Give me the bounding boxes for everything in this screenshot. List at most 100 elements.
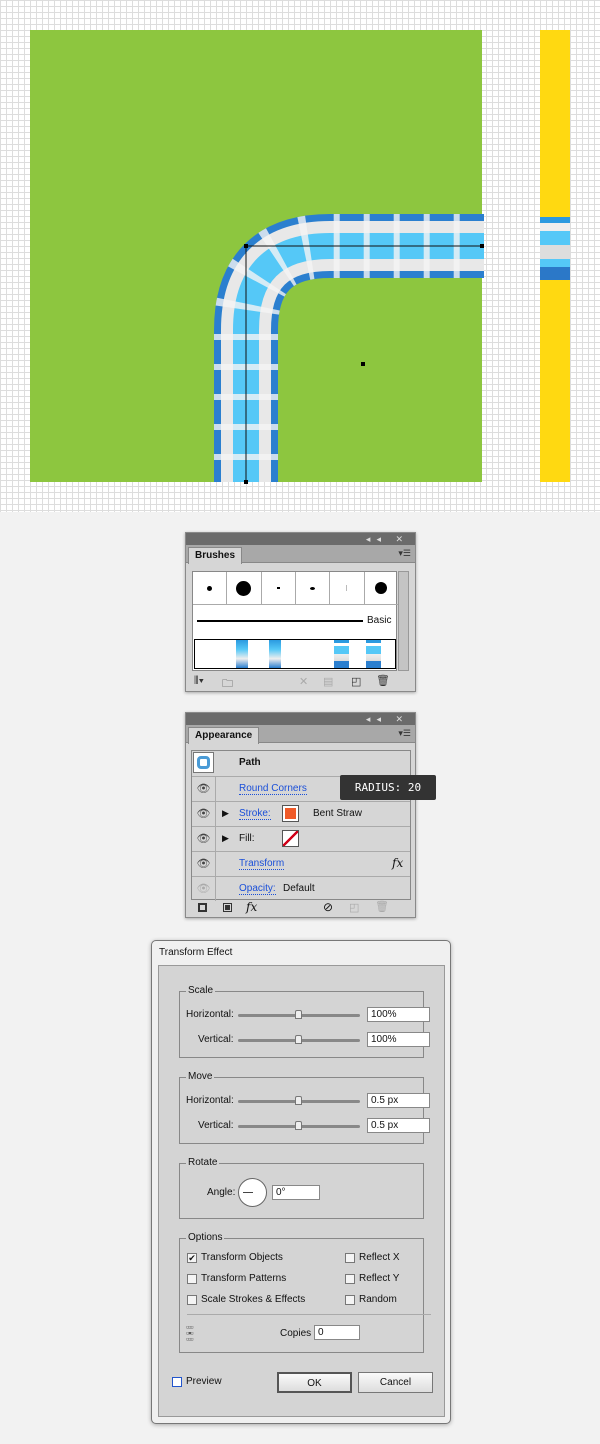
preview-label: Preview	[186, 1376, 222, 1387]
delete-icon[interactable]: 🗑	[376, 674, 390, 687]
move-vertical-input[interactable]: 0.5 px	[367, 1118, 430, 1133]
angle-label: Angle:	[207, 1187, 236, 1198]
add-fill-icon[interactable]	[223, 903, 232, 912]
dialog-title: Transform Effect	[159, 947, 233, 958]
scrollbar[interactable]	[398, 571, 409, 671]
stroke-link[interactable]: Stroke:	[239, 808, 271, 820]
scale-group: Scale Horizontal: 100% Vertical: 100%	[179, 985, 430, 1058]
scale-horizontal-input[interactable]: 100%	[367, 1007, 430, 1022]
brush-item[interactable]	[296, 572, 331, 604]
angle-dial[interactable]	[238, 1178, 267, 1207]
transform-objects-checkbox[interactable]: ✔	[187, 1253, 197, 1263]
straw-swatch	[540, 217, 570, 280]
brush-item[interactable]	[262, 572, 296, 604]
path-title: Path	[239, 757, 261, 768]
panel-controls[interactable]: ◂◂ ✕	[186, 713, 415, 725]
path-row[interactable]: Path	[192, 751, 410, 776]
options-icon[interactable]: ▤	[323, 675, 333, 688]
brush-library-folder-icon[interactable]: 🗀	[222, 675, 233, 694]
random-checkbox[interactable]	[345, 1295, 355, 1305]
brush-libraries-icon[interactable]: ⫴▾	[194, 675, 204, 688]
artwork	[30, 30, 570, 484]
delete-icon[interactable]: 🗑	[375, 900, 389, 913]
transform-link[interactable]: Transform	[239, 858, 285, 870]
reference-point-icon[interactable]: ▫▫▫ ▫▪▫ ▫▫▫	[186, 1323, 194, 1344]
move-horizontal-input[interactable]: 0.5 px	[367, 1093, 430, 1108]
cancel-button[interactable]: Cancel	[358, 1372, 433, 1393]
scale-strokes-label: Scale Strokes & Effects	[201, 1294, 306, 1305]
canvas[interactable]	[0, 0, 600, 512]
brushes-panel: ◂◂ ✕ Brushes ▾☰ Basic ⫴▾ 🗀 ✕ ▤ ◰ 🗑	[185, 532, 416, 692]
fill-label: Fill:	[239, 833, 255, 844]
reflect-x-label: Reflect X	[359, 1252, 400, 1263]
opacity-value: Default	[283, 883, 315, 894]
scale-vertical-input[interactable]: 100%	[367, 1032, 430, 1047]
opacity-link[interactable]: Opacity:	[239, 883, 276, 895]
brush-bent-straw[interactable]	[194, 639, 396, 669]
reflect-y-label: Reflect Y	[359, 1273, 400, 1284]
transform-patterns-label: Transform Patterns	[201, 1273, 287, 1284]
dialog-body: Scale Horizontal: 100% Vertical: 100% Mo…	[158, 965, 445, 1417]
move-label: Move	[186, 1071, 215, 1082]
eye-icon[interactable]: 👁	[192, 827, 216, 851]
add-effect-icon[interactable]: fx	[246, 900, 257, 914]
ok-button[interactable]: OK	[277, 1372, 352, 1393]
move-horizontal-slider[interactable]	[238, 1096, 360, 1105]
fx-icon: fx	[392, 856, 404, 870]
divider	[187, 1314, 431, 1315]
clear-appearance-icon[interactable]: ⊘	[323, 900, 333, 914]
options-group: Options ✔ Transform Objects Transform Pa…	[179, 1232, 431, 1353]
eye-icon[interactable]: 👁	[192, 802, 216, 826]
basic-label: Basic	[367, 615, 392, 626]
eye-icon[interactable]: 👁	[192, 852, 216, 876]
panel-menu-icon[interactable]: ▾☰	[398, 548, 411, 559]
scale-vertical-slider[interactable]	[238, 1035, 360, 1044]
round-corners-link[interactable]: Round Corners	[239, 783, 307, 795]
scale-strokes-checkbox[interactable]	[187, 1295, 197, 1305]
remove-stroke-icon[interactable]: ✕	[299, 675, 308, 688]
fill-none-swatch[interactable]	[282, 830, 299, 847]
brush-item[interactable]	[193, 572, 228, 604]
expand-triangle-icon[interactable]: ▶	[222, 833, 229, 844]
angle-input[interactable]: 0°	[272, 1185, 320, 1200]
appearance-list: Path 👁 Round Corners 👁 ▶ Stroke: Bent St…	[191, 750, 411, 901]
brush-dots	[193, 572, 398, 605]
move-horizontal-label: Horizontal:	[186, 1095, 234, 1106]
eye-icon[interactable]: 👁	[192, 777, 216, 801]
reflect-y-checkbox[interactable]	[345, 1274, 355, 1284]
stroke-row[interactable]: 👁 ▶ Stroke: Bent Straw	[192, 801, 410, 826]
move-vertical-label: Vertical:	[198, 1120, 234, 1131]
brush-item[interactable]	[330, 572, 365, 604]
scale-horizontal-slider[interactable]	[238, 1010, 360, 1019]
brush-item[interactable]	[365, 572, 398, 604]
preview-checkbox[interactable]	[172, 1377, 182, 1387]
rotate-label: Rotate	[186, 1157, 220, 1168]
panel-menu-icon[interactable]: ▾☰	[398, 728, 411, 739]
options-label: Options	[186, 1232, 225, 1243]
fill-row[interactable]: 👁 ▶ Fill:	[192, 826, 410, 851]
scale-label: Scale	[186, 985, 216, 996]
tab-appearance[interactable]: Appearance	[188, 727, 260, 744]
copies-input[interactable]: 0	[314, 1325, 360, 1340]
stroke-swatch[interactable]	[282, 805, 299, 822]
add-stroke-icon[interactable]	[198, 903, 207, 912]
transform-patterns-checkbox[interactable]	[187, 1274, 197, 1284]
brush-list: Basic	[192, 571, 398, 671]
new-brush-icon[interactable]: ◰	[351, 675, 361, 688]
opacity-row[interactable]: 👁 Opacity: Default	[192, 876, 410, 901]
tab-brushes[interactable]: Brushes	[188, 547, 243, 564]
eye-icon[interactable]: 👁	[192, 877, 216, 901]
move-group: Move Horizontal: 0.5 px Vertical: 0.5 px	[179, 1071, 430, 1144]
scale-horizontal-label: Horizontal:	[186, 1009, 234, 1020]
brush-basic[interactable]: Basic	[193, 605, 398, 638]
duplicate-icon[interactable]: ◰	[349, 901, 359, 914]
brush-item[interactable]	[227, 572, 262, 604]
reflect-x-checkbox[interactable]	[345, 1253, 355, 1263]
panel-controls[interactable]: ◂◂ ✕	[186, 533, 415, 545]
random-label: Random	[359, 1294, 397, 1305]
transform-row[interactable]: 👁 Transform fx	[192, 851, 410, 876]
scale-vertical-label: Vertical:	[198, 1034, 234, 1045]
expand-triangle-icon[interactable]: ▶	[222, 808, 229, 819]
radius-tooltip: RADIUS: 20	[340, 775, 436, 800]
move-vertical-slider[interactable]	[238, 1121, 360, 1130]
